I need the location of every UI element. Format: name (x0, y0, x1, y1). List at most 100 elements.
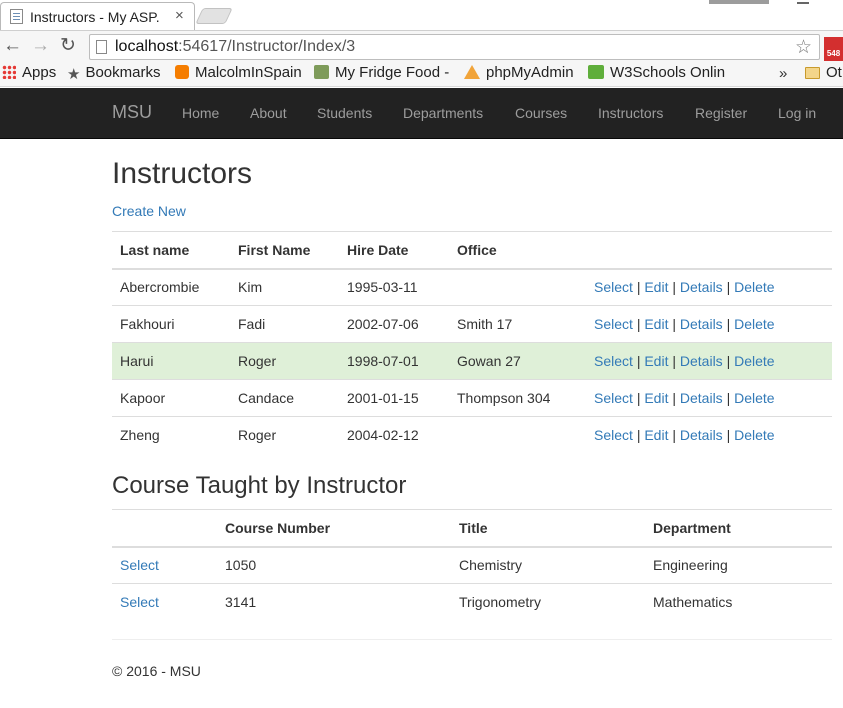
bookmark-apps[interactable]: Apps (2, 64, 56, 81)
page-icon (96, 40, 107, 54)
cell-department: Mathematics (645, 583, 832, 621)
edit-link[interactable]: Edit (644, 279, 668, 295)
cell-office: Gowan 27 (449, 342, 586, 380)
cell-last: Abercrombie (112, 268, 230, 306)
select-course-link[interactable]: Select (120, 594, 159, 610)
delete-link[interactable]: Delete (734, 316, 774, 332)
edit-link[interactable]: Edit (644, 316, 668, 332)
cell-last: Kapoor (112, 379, 230, 417)
action-separator: | (636, 390, 641, 406)
courses-section-title: Course Taught by Instructor (112, 472, 407, 499)
action-separator: | (672, 390, 676, 406)
w3schools-icon (588, 65, 604, 79)
action-separator: | (726, 390, 731, 406)
row-actions: Select | Edit | Details | Delete (586, 379, 832, 417)
site-navbar: MSU Home About Students Departments Cour… (0, 88, 843, 139)
browser-tab[interactable]: Instructors - My ASP. × (0, 2, 195, 30)
bookmarks-bar: Apps ★ Bookmarks MalcolmInSpain My Fridge… (0, 61, 843, 87)
table-row: Kapoor Candace 2001-01-15 Thompson 304 Selec… (112, 379, 832, 417)
cell-last: Zheng (112, 416, 230, 454)
nav-departments[interactable]: Departments (403, 105, 483, 121)
action-separator: | (636, 316, 641, 332)
column-header: Department (645, 509, 832, 548)
bookmark-fridge-food[interactable]: My Fridge Food - (314, 64, 449, 81)
delete-link[interactable]: Delete (734, 427, 774, 443)
bookmark-malcolminspain[interactable]: MalcolmInSpain (175, 64, 302, 81)
bookmarks-overflow-button[interactable]: » (779, 65, 787, 82)
bookmark-other[interactable]: Ot (805, 64, 842, 81)
action-separator: | (672, 427, 676, 444)
edit-link[interactable]: Edit (644, 353, 668, 369)
nav-login[interactable]: Log in (778, 105, 816, 121)
action-separator: | (636, 353, 641, 369)
create-new-link[interactable]: Create New (112, 203, 186, 219)
cell-first: Fadi (230, 305, 339, 343)
cell-last: Harui (112, 342, 230, 380)
nav-about[interactable]: About (250, 105, 287, 121)
select-course-link[interactable]: Select (120, 557, 159, 573)
nav-courses[interactable]: Courses (515, 105, 567, 121)
gmail-extension-icon[interactable]: 548 (824, 37, 843, 61)
page-favicon-icon (10, 9, 23, 24)
action-separator: | (726, 279, 731, 296)
nav-instructors[interactable]: Instructors (598, 105, 663, 121)
table-row: Abercrombie Kim 1995-03-11 Select | Edit | … (112, 268, 832, 306)
bookmark-star-icon[interactable]: ☆ (795, 36, 812, 59)
delete-link[interactable]: Delete (734, 390, 774, 406)
bookmark-phpmyadmin[interactable]: phpMyAdmin (464, 64, 574, 81)
browser-tabstrip: Instructors - My ASP. × (0, 0, 843, 30)
action-separator: | (726, 316, 731, 332)
window-control[interactable] (709, 0, 769, 4)
brand-link[interactable]: MSU (112, 102, 152, 123)
delete-link[interactable]: Delete (734, 353, 774, 369)
reload-icon[interactable]: ↻ (60, 35, 76, 57)
tab-title: Instructors - My ASP. (30, 9, 160, 25)
cell-first: Roger (230, 416, 339, 454)
details-link[interactable]: Details (680, 353, 723, 369)
browser-toolbar: ← → ↻ localhost:54617/Instructor/Index/3… (0, 30, 843, 61)
star-icon: ★ (67, 66, 81, 83)
select-link[interactable]: Select (594, 353, 633, 369)
details-link[interactable]: Details (680, 427, 723, 443)
row-actions: Select | Edit | Details | Delete (586, 305, 832, 343)
forward-icon[interactable]: → (31, 35, 50, 57)
bookmark-bookmarks[interactable]: ★ Bookmarks (67, 64, 160, 83)
edit-link[interactable]: Edit (644, 427, 668, 443)
table-row: Fakhouri Fadi 2002-07-06 Smith 17 Select | E… (112, 305, 832, 343)
cell-title: Chemistry (451, 546, 645, 584)
cell-hire: 2001-01-15 (339, 379, 449, 417)
column-header (586, 231, 832, 270)
address-bar[interactable]: localhost:54617/Instructor/Index/3 ☆ (89, 34, 820, 60)
nav-home[interactable]: Home (182, 105, 219, 121)
details-link[interactable]: Details (680, 316, 723, 332)
nav-register[interactable]: Register (695, 105, 747, 121)
edit-link[interactable]: Edit (644, 390, 668, 406)
column-header: Hire Date (339, 231, 449, 270)
url-text[interactable]: localhost:54617/Instructor/Index/3 (115, 38, 355, 56)
back-icon[interactable]: ← (3, 35, 22, 57)
new-tab-button[interactable] (195, 8, 233, 24)
bookmark-w3schools[interactable]: W3Schools Onlin (588, 64, 725, 81)
phpmyadmin-icon (464, 65, 480, 79)
delete-link[interactable]: Delete (734, 279, 774, 295)
column-header: Title (451, 509, 645, 548)
details-link[interactable]: Details (680, 279, 723, 295)
table-header-row: Course Number Title Department (112, 509, 832, 548)
minimize-icon[interactable] (797, 2, 809, 4)
select-link[interactable]: Select (594, 279, 633, 295)
select-link[interactable]: Select (594, 316, 633, 332)
table-row: Harui Roger 1998-07-01 Gowan 27 Select | Edi… (112, 342, 832, 380)
cell-first: Roger (230, 342, 339, 380)
footer-divider (112, 639, 832, 640)
column-header: Course Number (217, 509, 451, 548)
apps-icon (2, 65, 16, 79)
table-header-row: Last name First Name Hire Date Office (112, 231, 832, 270)
select-link[interactable]: Select (594, 390, 633, 406)
details-link[interactable]: Details (680, 390, 723, 406)
close-tab-icon[interactable]: × (175, 7, 184, 24)
nav-students[interactable]: Students (317, 105, 372, 121)
select-link[interactable]: Select (594, 427, 633, 443)
row-actions: Select | Edit | Details | Delete (586, 416, 832, 454)
cell-number: 1050 (217, 546, 451, 584)
cell-number: 3141 (217, 583, 451, 621)
